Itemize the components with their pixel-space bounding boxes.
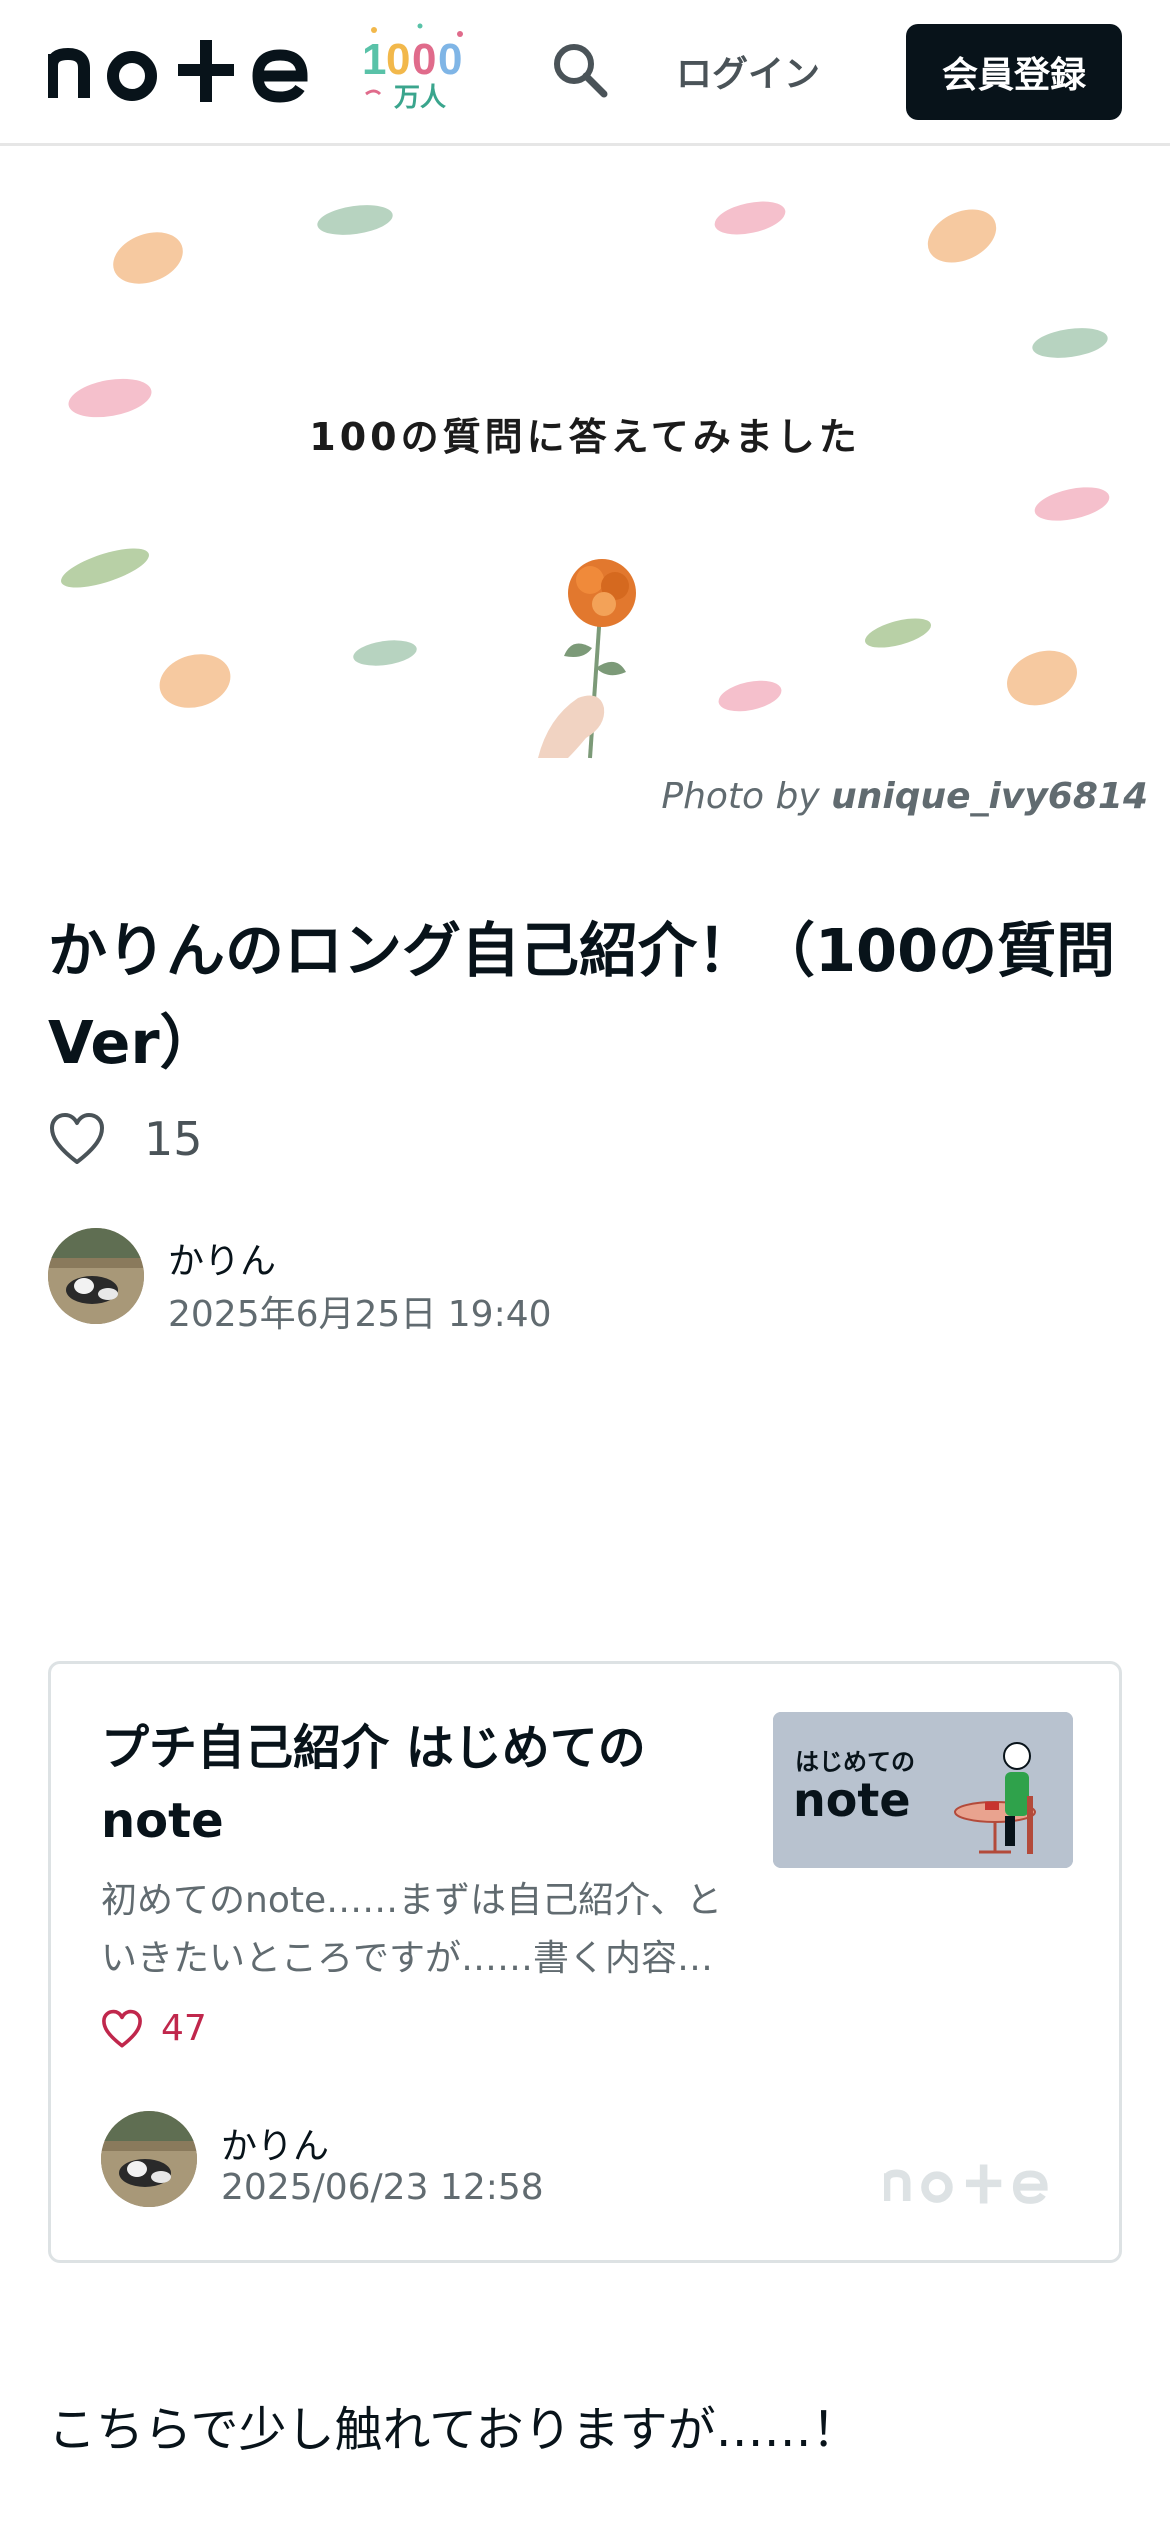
card-description: 初めてのnote……まずは自己紹介、といきたいところですが……書く内容…: [101, 1880, 723, 1979]
article-title: かりんのロング自己紹介！（100の質問Ver）: [48, 916, 1116, 1077]
card-date: 2025/06/23 12:58: [221, 2167, 544, 2208]
svg-text:note: note: [793, 1773, 911, 1827]
embedded-note-card[interactable]: プチ自己紹介 はじめてのnote はじめての note 初めてのnote……まず…: [48, 1661, 1122, 2263]
author-avatar[interactable]: [48, 1228, 144, 1324]
like-count: 15: [144, 1112, 203, 1166]
note-logo[interactable]: [48, 36, 343, 106]
hero-image: 100の質問に答えてみました: [0, 148, 1170, 830]
svg-text:1: 1: [362, 35, 386, 84]
card-author-name: かりん: [221, 2126, 330, 2167]
svg-text:万人: 万人: [394, 83, 446, 113]
card-author-avatar: [101, 2111, 197, 2207]
note-watermark-logo: [884, 2164, 1048, 2204]
heart-icon: [102, 2009, 142, 2047]
svg-text:0: 0: [438, 35, 462, 84]
site-header: 1 0 0 0 万人 ログイン 会員登録: [0, 0, 1170, 146]
like-row: 15: [48, 1104, 203, 1174]
photo-credit[interactable]: Photo by unique_ivy6814: [661, 776, 1148, 817]
article-body-paragraph: こちらで少し触れておりますが……！: [48, 2402, 860, 2458]
card-like-count: 47: [161, 2008, 207, 2049]
search-icon[interactable]: [548, 38, 612, 102]
card-thumbnail: はじめての note: [773, 1712, 1073, 1868]
signup-button[interactable]: 会員登録: [906, 24, 1122, 120]
card-title: プチ自己紹介 はじめてのnote: [101, 1720, 646, 1849]
login-link[interactable]: ログイン: [676, 45, 820, 97]
svg-text:0: 0: [412, 35, 436, 84]
card-like-row: 47: [101, 2008, 207, 2049]
svg-text:0: 0: [386, 35, 410, 84]
author-name[interactable]: かりん: [168, 1232, 276, 1284]
publish-date: 2025年6月25日 19:40: [168, 1294, 552, 1335]
heart-icon[interactable]: [48, 1112, 106, 1166]
svg-text:はじめての: はじめての: [795, 1748, 915, 1776]
1000-man-badge: 1 0 0 0 万人: [362, 23, 463, 113]
hero-image-caption: 100の質問に答えてみました: [309, 415, 861, 459]
